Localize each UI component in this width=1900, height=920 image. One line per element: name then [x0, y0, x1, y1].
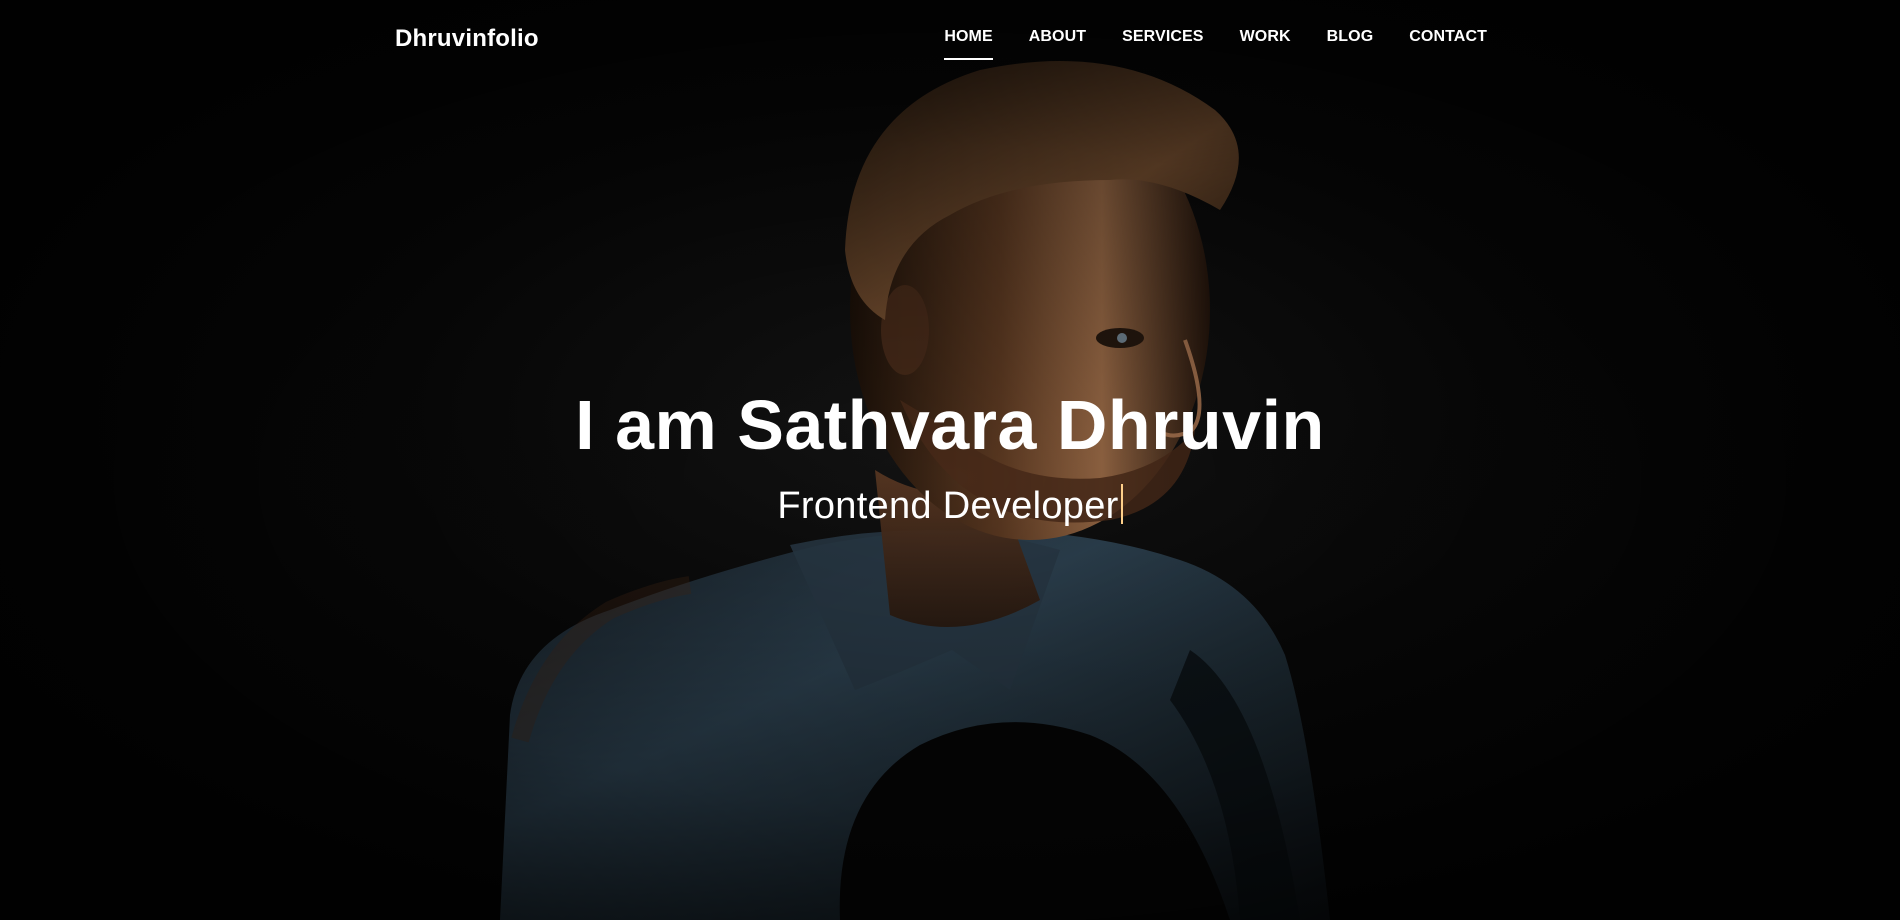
nav-work[interactable]: WORK	[1240, 28, 1291, 60]
hero-content: I am Sathvara Dhruvin Frontend Developer	[0, 380, 1900, 532]
nav-services[interactable]: SERVICES	[1122, 28, 1203, 60]
brand-logo[interactable]: Dhruvinfolio	[395, 25, 539, 53]
main-menu: HOME ABOUT SERVICES WORK BLOG CONTACT	[908, 28, 1487, 60]
typing-cursor	[1120, 484, 1123, 524]
nav-home[interactable]: HOME	[944, 28, 994, 60]
hero-section: Dhruvinfolio HOME ABOUT SERVICES WORK BL…	[0, 0, 1900, 920]
hero-title: I am Sathvara Dhruvin	[575, 386, 1325, 464]
hero-subtitle: Frontend Developer	[0, 480, 1900, 532]
nav-about[interactable]: ABOUT	[1029, 28, 1086, 60]
hero-role-text: Frontend Developer	[777, 485, 1119, 527]
top-navigation: Dhruvinfolio HOME ABOUT SERVICES WORK BL…	[0, 0, 1900, 80]
nav-blog[interactable]: BLOG	[1327, 28, 1374, 60]
nav-contact[interactable]: CONTACT	[1409, 28, 1487, 60]
